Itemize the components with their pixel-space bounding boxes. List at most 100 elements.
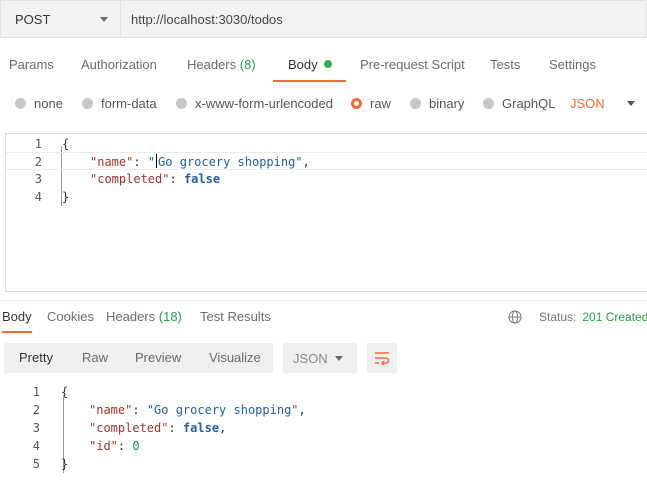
radio-binary[interactable]: binary [410,92,464,114]
json-brace: } [62,190,70,204]
json-key: "completed" [89,421,169,435]
radio-label: binary [429,95,465,111]
line-content: { [62,135,69,153]
line-number: 3 [34,172,42,186]
json-key: "name" [89,403,133,417]
line-content: "id": 0 [89,437,140,455]
tab-response-body[interactable]: Body [2,305,32,333]
request-bar: POST http://localhost:3030/todos [0,0,647,38]
method-select[interactable]: POST [0,0,120,38]
tab-pre-request-script[interactable]: Pre-request Script [360,50,465,82]
tab-label: Params [9,57,54,72]
tab-body[interactable]: Body [273,50,346,82]
radio-circle-icon [483,97,494,109]
pane-divider[interactable] [0,300,647,301]
json-comma: , [219,421,227,435]
code-line: 3 "completed": false [6,170,647,188]
globe-icon[interactable] [508,310,522,324]
tab-label: Body [2,309,32,324]
code-line: 5 } [0,455,647,473]
code-line-active: 2 "name": " Go grocery shopping", [6,152,647,170]
tab-label: Body [288,57,318,72]
code-line: 2 "name": "Go grocery shopping", [0,401,647,419]
view-preview-button[interactable]: Preview [135,343,181,373]
radio-x-www-form-urlencoded[interactable]: x-www-form-urlencoded [176,92,333,114]
tab-headers[interactable]: Headers (8) [187,50,256,82]
radio-none[interactable]: none [15,92,63,114]
tab-authorization[interactable]: Authorization [81,50,157,82]
radio-label: x-www-form-urlencoded [195,95,333,111]
json-brace: { [62,137,70,151]
view-raw-button[interactable]: Raw [82,343,108,373]
line-number: 4 [34,190,42,204]
tab-label: Test Results [200,309,271,324]
line-number: 1 [34,137,42,151]
tab-response-headers[interactable]: Headers (18) [106,305,182,333]
radio-graphql[interactable]: GraphQL [483,92,555,114]
response-body-viewer[interactable]: 1 { 2 "name": "Go grocery shopping", 3 "… [0,383,647,493]
wrap-lines-button[interactable] [367,343,397,373]
tab-tests[interactable]: Tests [490,50,520,82]
line-content: { [61,383,68,401]
tab-label: Headers [187,57,237,72]
line-number: 3 [32,421,40,435]
radio-label: none [34,95,63,111]
tab-cookies[interactable]: Cookies [47,305,94,333]
json-number: 0 [132,439,140,453]
response-tabs: Body Cookies Headers (18) Test Results S… [0,305,647,333]
radio-circle-icon [15,97,26,109]
tab-label: Authorization [81,57,157,72]
response-status: Status: 201 Created [508,305,647,329]
view-visualize-button[interactable]: Visualize [209,343,261,373]
radio-form-data[interactable]: form-data [82,92,157,114]
tab-test-results[interactable]: Test Results [200,305,271,333]
line-number: 2 [32,403,40,417]
line-content: "completed": false, [89,419,226,437]
url-input[interactable]: http://localhost:3030/todos [120,0,647,38]
view-pretty-button[interactable]: Pretty [19,343,53,373]
json-string: " [147,155,156,169]
response-view-modes: Pretty Raw Preview Visualize [4,343,273,373]
line-number: 4 [32,439,40,453]
radio-circle-icon [410,97,421,109]
json-colon: : [168,421,183,435]
view-label: Raw [82,350,109,365]
request-body-editor[interactable]: 1 { 2 "name": " Go grocery shopping", 3 "… [5,133,647,292]
line-content: "name": "Go grocery shopping", [89,401,306,419]
json-key: "id" [89,439,118,453]
json-key: "completed" [90,172,170,186]
raw-language-select[interactable]: JSON [570,92,635,114]
tab-label: Settings [549,57,596,72]
status-label: Status: [539,310,577,324]
tab-params[interactable]: Params [9,50,54,82]
radio-circle-icon [82,97,93,109]
radio-raw[interactable]: raw [351,92,391,114]
status-code[interactable]: 201 Created [582,310,647,324]
tab-label: Tests [490,57,521,72]
view-label: Pretty [19,350,53,365]
line-number: 2 [34,155,42,169]
language-label: JSON [570,95,605,111]
headers-count: (8) [239,57,256,72]
code-line: 1 { [6,135,647,153]
json-colon: : [132,403,147,417]
tab-settings[interactable]: Settings [549,50,596,82]
url-text: http://localhost:3030/todos [131,11,283,27]
json-brace: { [61,385,69,399]
tab-label: Pre-request Script [360,57,465,72]
json-brace: } [61,457,69,471]
line-content: } [62,188,69,206]
headers-count: (18) [158,309,182,324]
line-number: 1 [32,385,40,399]
chevron-down-icon [335,356,343,361]
json-comma: , [298,403,306,417]
chevron-down-icon [100,17,108,22]
line-content: "completed": false [90,170,220,188]
response-format-select[interactable]: JSON [283,343,357,373]
code-line: 4 "id": 0 [0,437,647,455]
json-comma: , [302,155,310,169]
json-colon: : [169,172,184,186]
code-line: 3 "completed": false, [0,419,647,437]
format-label: JSON [293,350,328,366]
wrap-lines-icon [375,352,390,366]
